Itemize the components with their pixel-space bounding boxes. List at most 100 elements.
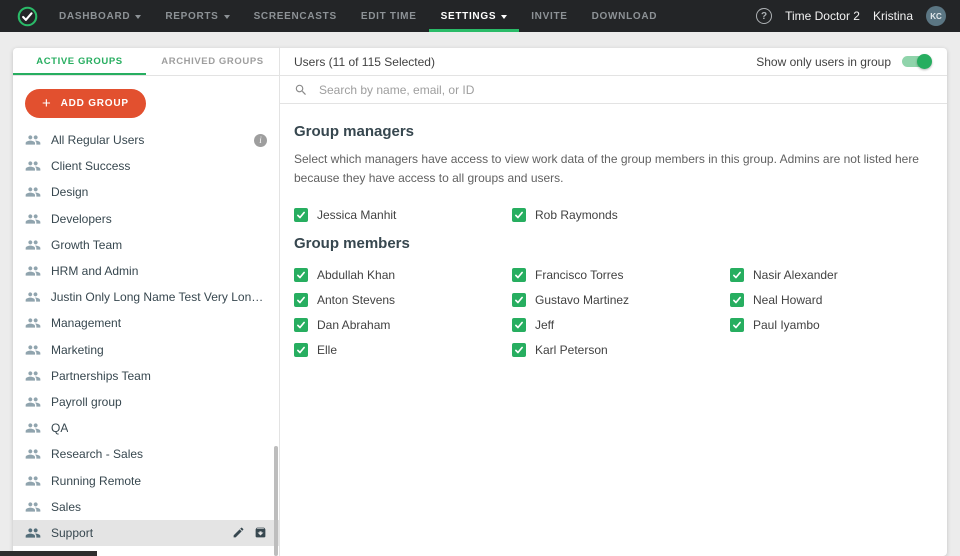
manager-name: Rob Raymonds xyxy=(535,208,618,222)
group-item[interactable]: Running Remote xyxy=(13,467,279,493)
nav-item-label: SCREENCASTS xyxy=(254,11,337,22)
group-item[interactable]: Research - Sales xyxy=(13,441,279,467)
group-name: Research - Sales xyxy=(51,447,143,461)
groups-settings-card: ACTIVE GROUPS ARCHIVED GROUPS + ADD GROU… xyxy=(13,48,947,556)
tab-archived-groups[interactable]: ARCHIVED GROUPS xyxy=(146,48,279,75)
member-check-item[interactable]: Elle xyxy=(294,337,512,362)
checkbox-checked[interactable] xyxy=(512,318,526,332)
time-doctor-logo-icon[interactable] xyxy=(8,0,47,32)
nav-item-dashboard[interactable]: DASHBOARD xyxy=(47,0,153,32)
group-actions xyxy=(232,526,267,539)
member-check-item[interactable]: Dan Abraham xyxy=(294,312,512,337)
manager-check-item[interactable]: Jessica Manhit xyxy=(294,202,512,227)
checkbox-checked[interactable] xyxy=(512,268,526,282)
manager-check-item[interactable]: Rob Raymonds xyxy=(512,202,730,227)
group-icon xyxy=(25,315,41,331)
group-item[interactable]: QA xyxy=(13,415,279,441)
group-item[interactable]: Marketing xyxy=(13,337,279,363)
logo-check-icon xyxy=(17,6,38,27)
member-check-item[interactable]: Anton Stevens xyxy=(294,287,512,312)
group-item[interactable]: Developers xyxy=(13,206,279,232)
nav-item-settings[interactable]: SETTINGS xyxy=(429,0,520,32)
checkbox-checked[interactable] xyxy=(294,268,308,282)
checkbox-checked[interactable] xyxy=(294,293,308,307)
member-check-item[interactable]: Nasir Alexander xyxy=(730,262,947,287)
group-item[interactable]: Sales xyxy=(13,494,279,520)
users-header-title: Users (11 of 115 Selected) xyxy=(294,55,435,69)
member-check-item[interactable]: Neal Howard xyxy=(730,287,947,312)
nav-item-reports[interactable]: REPORTS xyxy=(153,0,241,32)
nav-item-label: REPORTS xyxy=(165,11,218,22)
group-item[interactable]: All Regular Users i xyxy=(13,127,279,153)
nav-item-edit-time[interactable]: EDIT TIME xyxy=(349,0,429,32)
user-name[interactable]: Kristina xyxy=(873,9,913,23)
member-check-item[interactable]: Gustavo Martinez xyxy=(512,287,730,312)
group-icon xyxy=(25,132,41,148)
tab-active-groups[interactable]: ACTIVE GROUPS xyxy=(13,48,146,75)
nav-item-invite[interactable]: INVITE xyxy=(519,0,579,32)
group-name: Marketing xyxy=(51,343,104,357)
member-check-item[interactable]: Francisco Torres xyxy=(512,262,730,287)
archive-icon[interactable] xyxy=(254,526,267,539)
nav-item-label: INVITE xyxy=(531,11,567,22)
edit-pencil-icon[interactable] xyxy=(232,526,245,539)
group-item[interactable]: Support xyxy=(13,520,279,546)
avatar[interactable]: KC xyxy=(926,6,946,26)
checkbox-checked[interactable] xyxy=(512,343,526,357)
add-group-button[interactable]: + ADD GROUP xyxy=(25,89,146,118)
checkbox-checked[interactable] xyxy=(294,343,308,357)
checkbox-checked[interactable] xyxy=(512,208,526,222)
chevron-down-icon xyxy=(224,15,230,19)
group-item[interactable]: Justin Only Long Name Test Very Long ... xyxy=(13,284,279,310)
group-icon xyxy=(25,211,41,227)
member-check-item[interactable]: Paul Iyambo xyxy=(730,312,947,337)
group-icon xyxy=(25,289,41,305)
group-icon xyxy=(25,368,41,384)
group-item[interactable]: Design xyxy=(13,179,279,205)
groups-panel: ACTIVE GROUPS ARCHIVED GROUPS + ADD GROU… xyxy=(13,48,280,556)
checkbox-checked[interactable] xyxy=(730,268,744,282)
member-check-item[interactable]: Jeff xyxy=(512,312,730,337)
vertical-scrollbar-thumb[interactable] xyxy=(274,446,278,556)
nav-item-label: EDIT TIME xyxy=(361,11,417,22)
toggle-knob xyxy=(917,54,932,69)
nav-item-download[interactable]: DOWNLOAD xyxy=(580,0,670,32)
help-icon[interactable]: ? xyxy=(756,8,772,24)
group-name: Growth Team xyxy=(51,238,122,252)
member-name: Gustavo Martinez xyxy=(535,293,629,307)
checkbox-checked[interactable] xyxy=(294,318,308,332)
users-panel: Users (11 of 115 Selected) Show only use… xyxy=(280,48,947,556)
group-item[interactable]: Growth Team xyxy=(13,232,279,258)
show-only-users-toggle-wrap: Show only users in group xyxy=(756,55,933,69)
chevron-down-icon xyxy=(135,15,141,19)
check-icon xyxy=(732,270,742,280)
group-item[interactable]: HRM and Admin xyxy=(13,258,279,284)
group-icon xyxy=(25,525,41,541)
group-icon xyxy=(25,263,41,279)
company-name[interactable]: Time Doctor 2 xyxy=(785,9,860,23)
group-icon xyxy=(25,342,41,358)
group-icon xyxy=(25,420,41,436)
group-name: Support xyxy=(51,526,93,540)
user-search-row xyxy=(280,76,947,104)
group-item[interactable]: Partnerships Team xyxy=(13,363,279,389)
checkbox-checked[interactable] xyxy=(730,318,744,332)
group-name: All Regular Users xyxy=(51,133,144,147)
member-name: Nasir Alexander xyxy=(753,268,838,282)
checkbox-checked[interactable] xyxy=(730,293,744,307)
checkbox-checked[interactable] xyxy=(294,208,308,222)
group-name: QA xyxy=(51,421,68,435)
show-only-users-toggle[interactable] xyxy=(902,56,929,67)
group-item[interactable]: Management xyxy=(13,310,279,336)
group-item[interactable]: Payroll group xyxy=(13,389,279,415)
nav-item-screencasts[interactable]: SCREENCASTS xyxy=(242,0,349,32)
checkbox-checked[interactable] xyxy=(512,293,526,307)
group-managers-heading: Group managers xyxy=(294,123,933,140)
group-name: Running Remote xyxy=(51,474,141,488)
group-item[interactable]: Client Success xyxy=(13,153,279,179)
member-check-item[interactable]: Karl Peterson xyxy=(512,337,730,362)
member-check-item[interactable]: Abdullah Khan xyxy=(294,262,512,287)
info-icon[interactable]: i xyxy=(254,134,267,147)
horizontal-scrollbar-thumb[interactable] xyxy=(0,551,97,556)
search-input[interactable] xyxy=(317,82,933,98)
